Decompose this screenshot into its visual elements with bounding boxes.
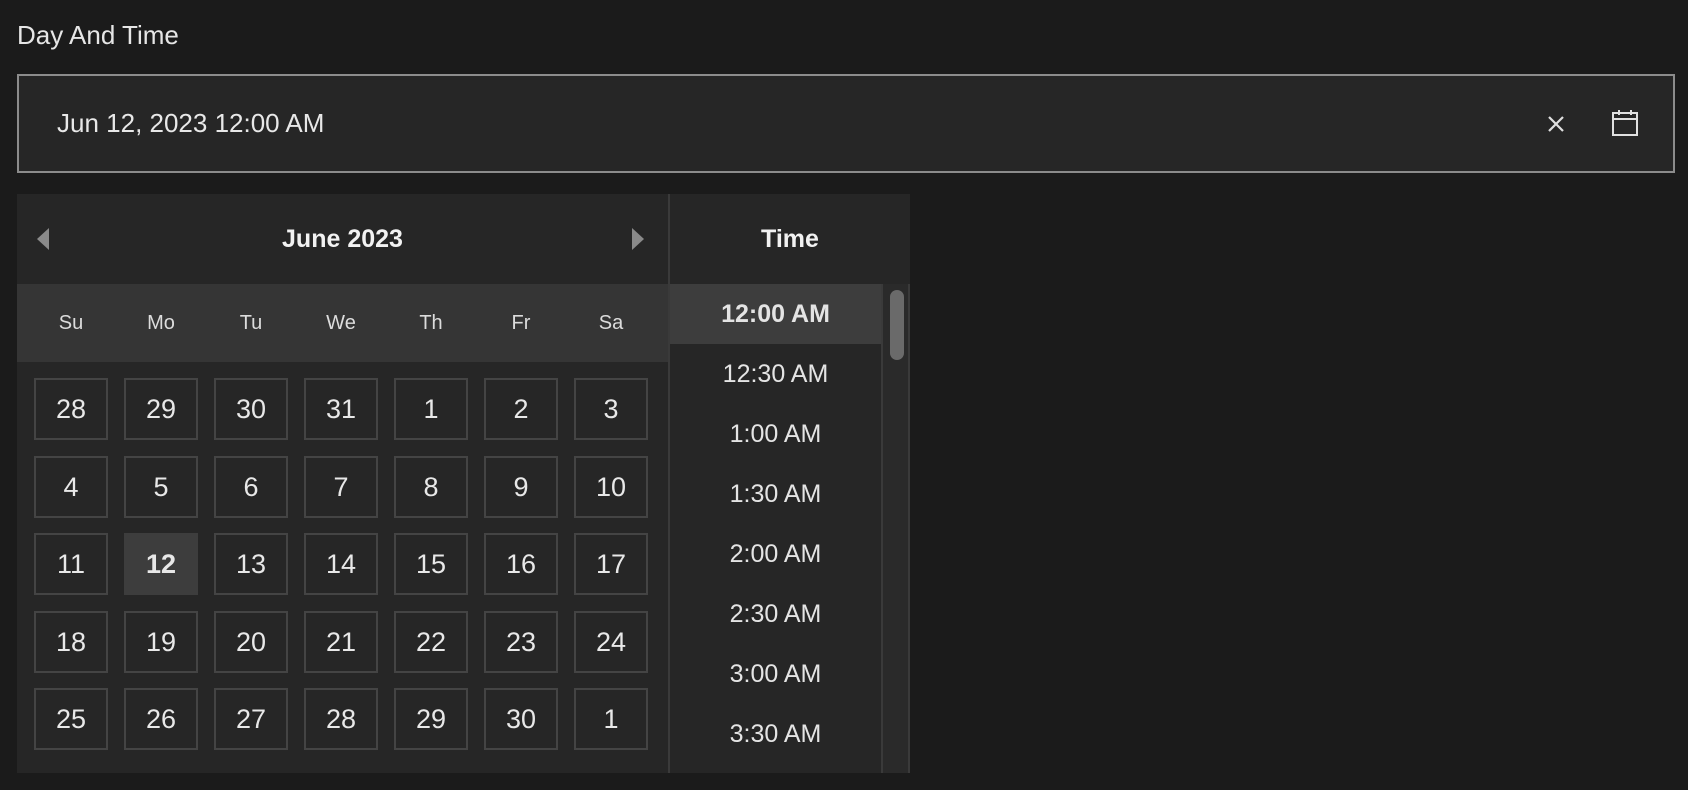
date-time-value[interactable]: Jun 12, 2023 12:00 AM [57,76,324,171]
time-option[interactable]: 3:00 AM [670,644,881,704]
calendar-panel: June 2023 Su Mo Tu We Th Fr Sa 28 29 30 31 1 2 3 4 5 6 7… [17,194,668,773]
calendar-day[interactable]: 1 [394,378,468,440]
time-panel: Time 12:00 AM 12:30 AM 1:00 AM 1:30 AM 2:00 … [670,194,910,773]
calendar-day[interactable]: 21 [304,611,378,673]
calendar-header: June 2023 [17,194,668,284]
time-option[interactable]: 12:00 AM [670,284,881,344]
calendar-day[interactable]: 30 [214,378,288,440]
close-icon[interactable] [1541,109,1571,139]
calendar-day[interactable]: 29 [124,378,198,440]
weekday-label: Th [419,312,443,334]
calendar-icon[interactable] [1609,107,1641,139]
calendar-day[interactable]: 15 [394,533,468,595]
calendar-day[interactable]: 4 [34,456,108,518]
calendar-day[interactable]: 2 [484,378,558,440]
time-option[interactable]: 1:00 AM [670,404,881,464]
weekday-label: Mo [147,312,175,334]
calendar-day[interactable]: 24 [574,611,648,673]
scrollbar-thumb[interactable] [890,290,904,360]
calendar-day[interactable]: 1 [574,688,648,750]
date-time-picker-popup: June 2023 Su Mo Tu We Th Fr Sa 28 29 30 31 1 2 3 4 5 6 7… [17,194,910,773]
calendar-day[interactable]: 3 [574,378,648,440]
calendar-day[interactable]: 16 [484,533,558,595]
time-option[interactable]: 3:30 AM [670,704,881,764]
calendar-day[interactable]: 6 [214,456,288,518]
time-option[interactable]: 12:30 AM [670,344,881,404]
calendar-day[interactable]: 27 [214,688,288,750]
date-time-field-label: Day And Time [17,20,179,50]
calendar-day[interactable]: 23 [484,611,558,673]
time-option[interactable]: 1:30 AM [670,464,881,524]
calendar-day[interactable]: 22 [394,611,468,673]
calendar-day[interactable]: 11 [34,533,108,595]
month-title: June 2023 [282,225,403,253]
date-time-input[interactable]: Jun 12, 2023 12:00 AM [17,74,1675,173]
weekday-label: We [326,312,356,334]
time-option[interactable]: 2:30 AM [670,584,881,644]
calendar-day[interactable]: 5 [124,456,198,518]
calendar-day[interactable]: 28 [34,378,108,440]
calendar-day[interactable]: 20 [214,611,288,673]
time-list[interactable]: 12:00 AM 12:30 AM 1:00 AM 1:30 AM 2:00 AM 2:3… [670,284,881,773]
calendar-day[interactable]: 29 [394,688,468,750]
calendar-day[interactable]: 18 [34,611,108,673]
calendar-day[interactable]: 13 [214,533,288,595]
calendar-day[interactable]: 9 [484,456,558,518]
weekday-label: Tu [239,312,263,334]
calendar-day[interactable]: 10 [574,456,648,518]
weekday-header-row: Su Mo Tu We Th Fr Sa [17,284,668,362]
time-option[interactable]: 2:00 AM [670,524,881,584]
weekday-label: Sa [598,312,624,334]
calendar-day[interactable]: 8 [394,456,468,518]
time-list-scrollbar[interactable] [881,284,910,773]
calendar-day[interactable]: 30 [484,688,558,750]
weekday-label: Fr [511,312,531,334]
calendar-day[interactable]: 14 [304,533,378,595]
calendar-day[interactable]: 12 [124,533,198,595]
weekday-label: Su [58,312,84,334]
calendar-day[interactable]: 31 [304,378,378,440]
calendar-day[interactable]: 28 [304,688,378,750]
calendar-day[interactable]: 25 [34,688,108,750]
caret-right-icon[interactable] [626,224,650,254]
calendar-day[interactable]: 26 [124,688,198,750]
calendar-day[interactable]: 17 [574,533,648,595]
time-panel-title: Time [761,225,819,253]
calendar-day[interactable]: 7 [304,456,378,518]
calendar-day[interactable]: 19 [124,611,198,673]
